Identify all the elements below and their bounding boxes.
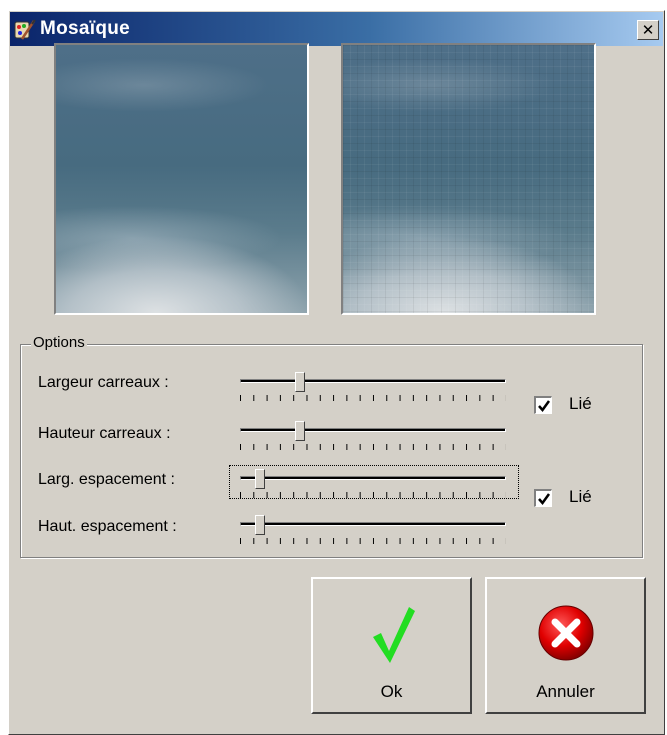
ok-button[interactable]: Ok xyxy=(311,577,472,714)
tile-width-slider[interactable] xyxy=(238,372,508,404)
tile-height-label: Hauteur carreaux : xyxy=(38,425,171,442)
ok-label: Ok xyxy=(380,682,403,701)
close-button[interactable]: ✕ xyxy=(637,20,659,40)
cancel-label: Annuler xyxy=(536,682,595,701)
original-preview xyxy=(54,43,309,315)
link-spacing-label: Lié xyxy=(569,487,592,506)
tile-height-slider[interactable] xyxy=(238,421,508,453)
slider-thumb[interactable] xyxy=(294,372,305,392)
window-title: Mosaïque xyxy=(40,18,131,39)
tile-width-label: Largeur carreaux : xyxy=(38,374,169,391)
mosaic-preview xyxy=(341,43,596,315)
options-legend: Options xyxy=(31,334,87,351)
slider-thumb[interactable] xyxy=(255,515,266,535)
checkmark-icon xyxy=(538,400,551,413)
green-checkmark-icon xyxy=(367,603,417,670)
slider-thumb[interactable] xyxy=(294,421,305,441)
spacing-width-label: Larg. espacement : xyxy=(38,471,175,488)
cancel-button[interactable]: Annuler xyxy=(485,577,646,714)
checkmark-icon xyxy=(538,493,551,506)
spacing-width-slider[interactable] xyxy=(238,469,508,501)
link-tiles-checkbox[interactable] xyxy=(534,396,552,414)
spacing-height-slider[interactable] xyxy=(238,515,508,547)
paint-palette-icon xyxy=(14,19,36,41)
slider-thumb[interactable] xyxy=(255,469,266,489)
title-bar[interactable]: Mosaïque ✕ xyxy=(10,12,663,46)
link-spacing-checkbox[interactable] xyxy=(534,489,552,507)
spacing-height-label: Haut. espacement : xyxy=(38,518,177,535)
red-x-circle-icon xyxy=(536,603,596,668)
link-tiles-label: Lié xyxy=(569,394,592,413)
